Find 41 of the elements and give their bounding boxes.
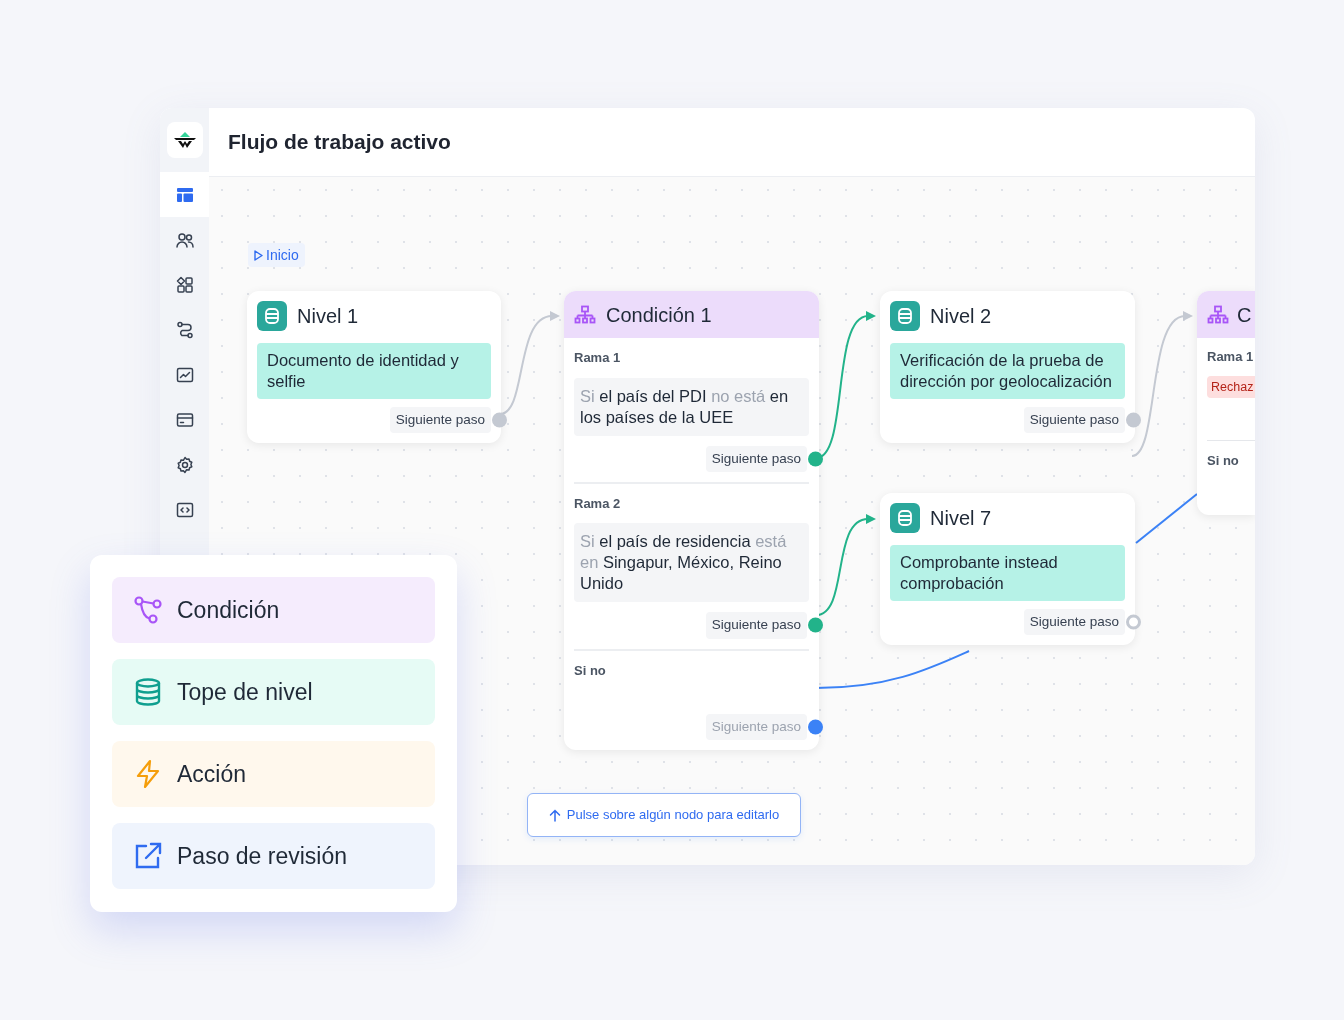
branch-label: Si no — [574, 661, 607, 680]
node-title: Nivel 7 — [930, 506, 992, 531]
step-label: Documento de identidad y selfie — [257, 343, 491, 399]
database-icon — [890, 301, 920, 331]
start-tag[interactable]: Inicio — [248, 243, 305, 267]
database-icon — [890, 503, 920, 533]
next-step-button[interactable]: Siguiente paso — [705, 612, 807, 639]
database-icon — [257, 301, 287, 331]
branch-label: Si no — [1207, 452, 1240, 470]
arrow-up-icon — [548, 808, 561, 822]
next-step-button[interactable]: Siguiente paso — [1023, 407, 1125, 434]
palette-item[interactable]: Condición — [112, 577, 435, 643]
node-title: Condición 1 — [606, 302, 712, 328]
step-label: Comprobante instead comprobación — [890, 545, 1125, 601]
database-icon — [133, 677, 163, 707]
node-title: Nivel 2 — [930, 304, 992, 329]
external-link-icon — [133, 841, 163, 871]
palette-item[interactable]: Paso de revisión — [112, 823, 435, 889]
branch-label: Rama 2 — [574, 494, 622, 513]
next-step-button[interactable]: Siguiente paso — [389, 407, 491, 434]
branch-icon — [133, 595, 163, 625]
palette-item[interactable]: Tope de nivel — [112, 659, 435, 725]
hierarchy-icon — [574, 304, 596, 325]
window-title: Flujo de trabajo activo — [228, 129, 451, 156]
sidebar-item[interactable] — [160, 172, 209, 217]
node-title: C — [1237, 302, 1252, 328]
play-icon — [254, 249, 263, 261]
branch-label: Rama 1 — [1207, 348, 1255, 366]
node-title: Nivel 1 — [297, 304, 359, 329]
next-step-button[interactable]: Siguiente paso — [1023, 609, 1125, 636]
next-step-button[interactable]: Siguiente paso — [705, 445, 807, 472]
hint-button[interactable]: Pulse sobre algún nodo para editarlo — [527, 793, 801, 837]
palette-item[interactable]: Acción — [112, 741, 435, 807]
grid-icon — [174, 274, 195, 295]
connector — [1135, 493, 1198, 544]
hierarchy-icon — [1207, 304, 1229, 325]
route-icon — [174, 319, 195, 340]
condition-node-card[interactable]: C Rama 1 Rechaz Si no — [1197, 291, 1255, 515]
status-tag: Rechaz — [1207, 375, 1255, 399]
branch-label: Rama 1 — [574, 349, 622, 367]
step-label: Verificación de la prueba de dirección por geolocalización — [890, 343, 1125, 399]
